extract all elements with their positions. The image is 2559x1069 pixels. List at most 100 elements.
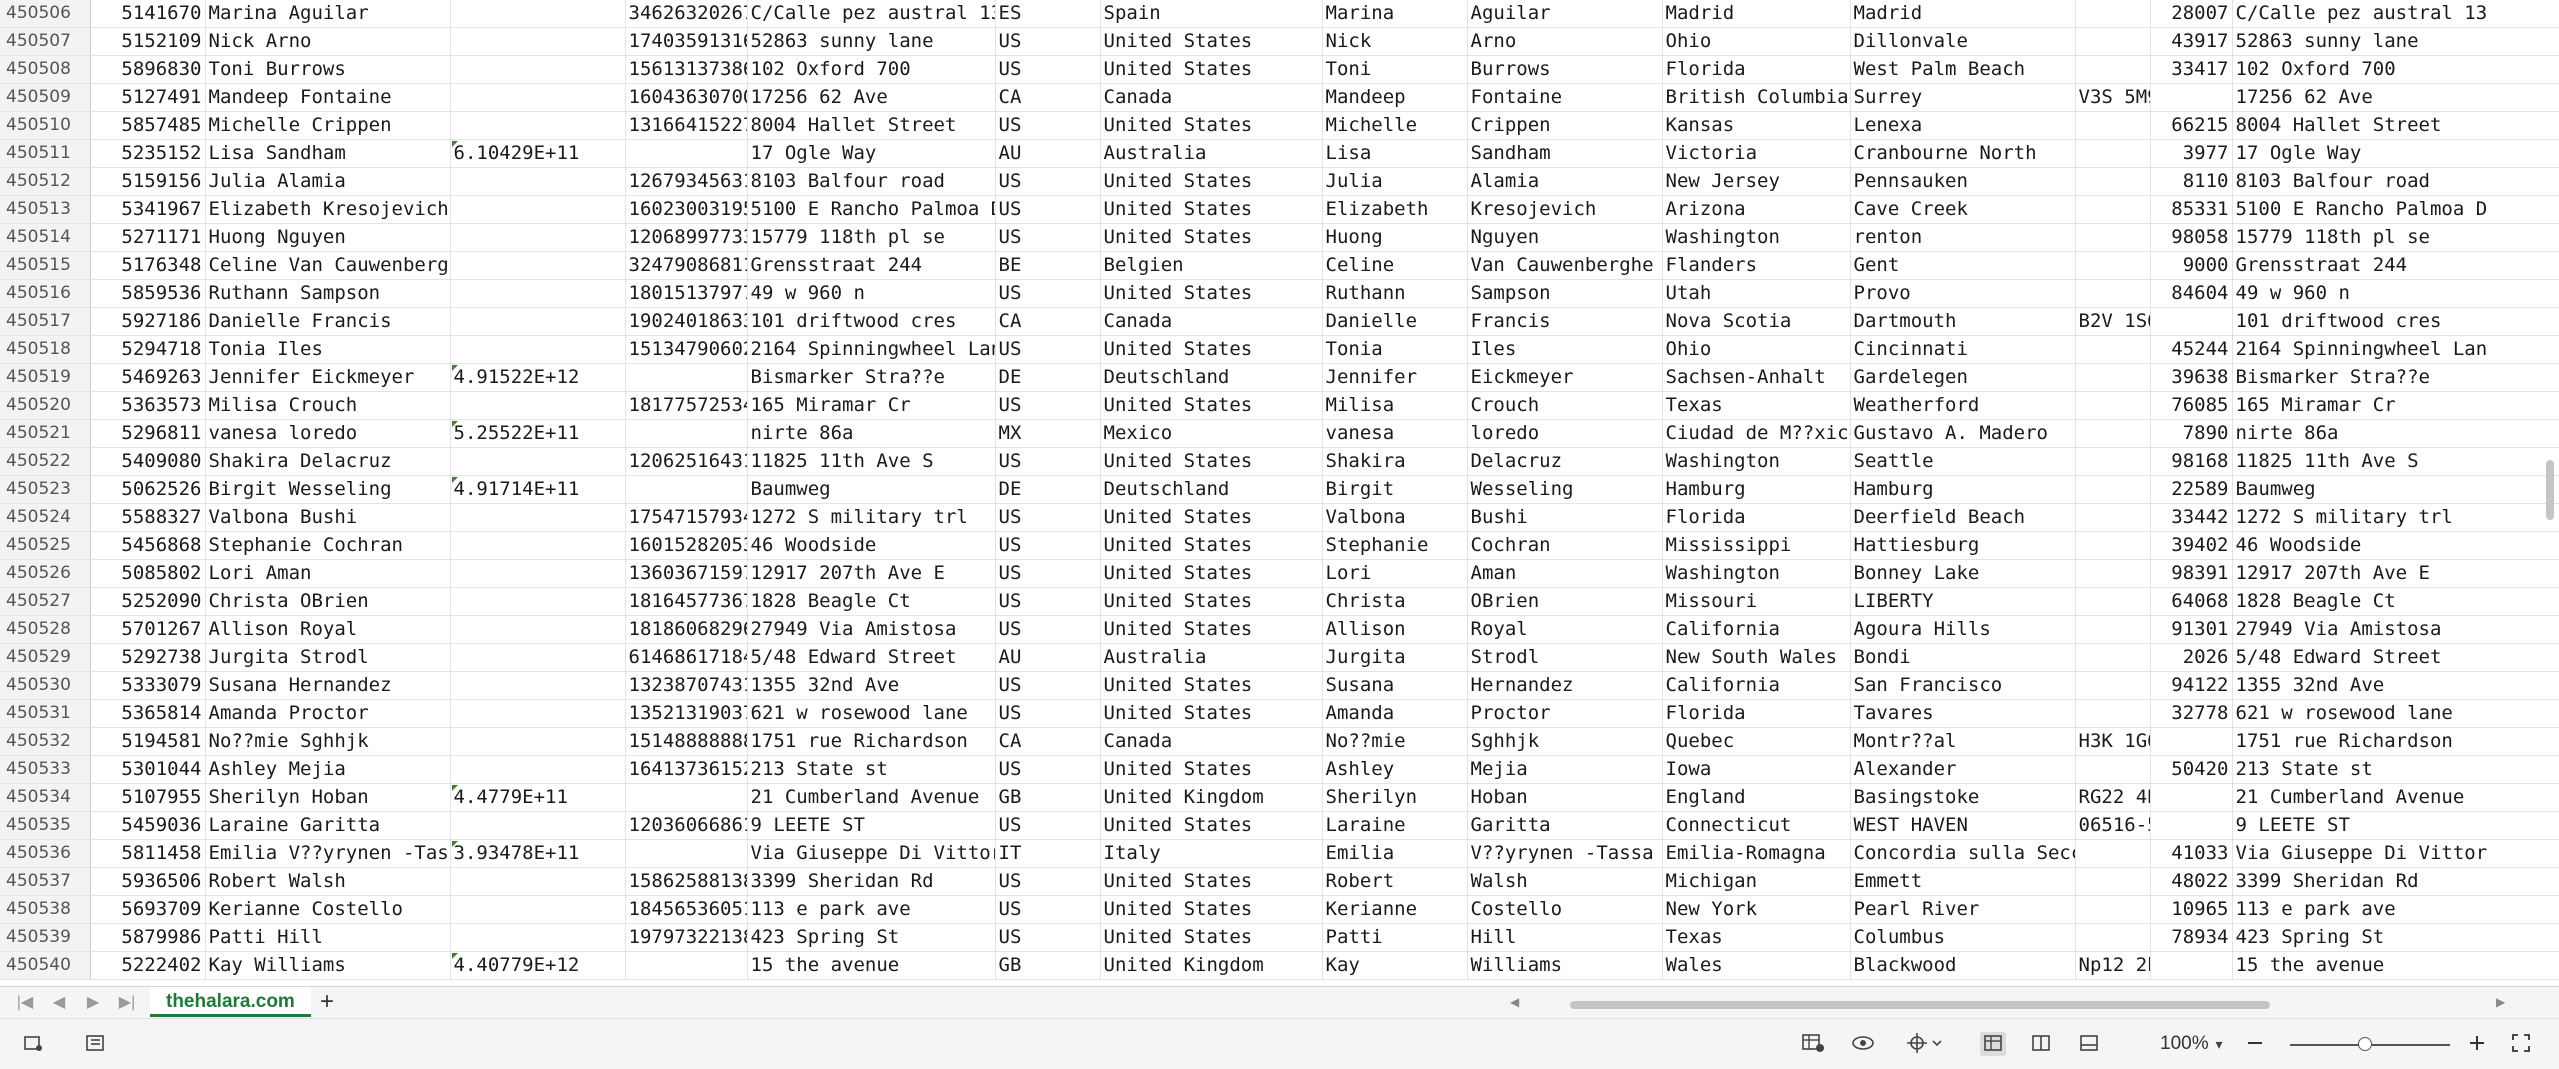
table-row[interactable]: 450514 5271171 Huong Nguyen 12068997733 1577… <box>0 223 2559 252</box>
cell[interactable]: US <box>995 335 1101 364</box>
cell[interactable]: Jennifer Eickmeyer <box>205 363 451 392</box>
cell[interactable]: Grensstraat 244 <box>2232 251 2559 280</box>
cell[interactable]: Canada <box>1100 727 1323 756</box>
cell[interactable]: 5152109 <box>90 27 206 56</box>
cell[interactable]: Deutschland <box>1100 363 1323 392</box>
cell[interactable]: Marina <box>1322 0 1468 28</box>
cell[interactable]: Patti <box>1322 923 1468 952</box>
cell[interactable]: Ashley <box>1322 755 1468 784</box>
cell[interactable]: Sachsen-Anhalt <box>1662 363 1851 392</box>
cell[interactable]: H3K 1G6 <box>2075 727 2151 756</box>
cell[interactable]: Utah <box>1662 279 1851 308</box>
cell[interactable] <box>625 839 748 868</box>
cell[interactable]: 4.91714E+11 <box>450 475 626 504</box>
cell[interactable] <box>2150 811 2233 840</box>
cell[interactable]: Kresojevich <box>1467 195 1663 224</box>
cell[interactable] <box>450 111 626 140</box>
cell[interactable]: Hoban <box>1467 783 1663 812</box>
cell[interactable]: 18456536051 <box>625 895 748 924</box>
cell[interactable]: Aman <box>1467 559 1663 588</box>
cell[interactable]: US <box>995 587 1101 616</box>
spreadsheet-grid[interactable]: 450506 5141670 Marina Aguilar 34626320267 C/… <box>0 0 2559 986</box>
zoom-dropdown-icon[interactable]: ▾ <box>2206 1032 2232 1056</box>
cell[interactable]: United States <box>1100 447 1323 476</box>
cell[interactable]: 66215 <box>2150 111 2233 140</box>
table-row[interactable]: 450538 5693709 Kerianne Costello 1845653605… <box>0 895 2559 924</box>
cell[interactable]: 5301044 <box>90 755 206 784</box>
cell[interactable]: Texas <box>1662 923 1851 952</box>
cell[interactable]: 18164577367 <box>625 587 748 616</box>
cell[interactable] <box>450 531 626 560</box>
focus-mode-icon[interactable] <box>1904 1032 1944 1056</box>
first-sheet-icon[interactable]: |◀ <box>14 993 36 1013</box>
cell[interactable]: Columbus <box>1850 923 2076 952</box>
cell[interactable]: 1751 rue Richardson <box>747 727 996 756</box>
cell[interactable]: CA <box>995 83 1101 112</box>
row-header[interactable]: 450520 <box>0 391 91 420</box>
vertical-scrollbar[interactable] <box>2543 0 2557 986</box>
cell[interactable]: Baumweg <box>747 475 996 504</box>
row-header[interactable]: 450532 <box>0 727 91 756</box>
prev-sheet-icon[interactable]: ◀ <box>48 993 70 1013</box>
cell[interactable]: Milisa Crouch <box>205 391 451 420</box>
cell[interactable]: 10965 <box>2150 895 2233 924</box>
cell[interactable]: loredo <box>1467 419 1663 448</box>
table-row[interactable]: 450520 5363573 Milisa Crouch 18177572534 165… <box>0 391 2559 420</box>
cell[interactable]: Laraine Garitta <box>205 811 451 840</box>
cell[interactable]: Kerianne <box>1322 895 1468 924</box>
table-row[interactable]: 450540 5222402 Kay Williams 4.40779E+12 15 t… <box>0 951 2559 980</box>
cell[interactable]: US <box>995 167 1101 196</box>
cell[interactable]: 5222402 <box>90 951 206 980</box>
cell[interactable]: Grensstraat 244 <box>747 251 996 280</box>
row-header[interactable]: 450521 <box>0 419 91 448</box>
cell[interactable]: Laraine <box>1322 811 1468 840</box>
cell[interactable]: V??yrynen -Tassa <box>1467 839 1663 868</box>
cell[interactable]: Victoria <box>1662 139 1851 168</box>
cell[interactable]: Gustavo A. Madero <box>1850 419 2076 448</box>
cell[interactable]: 5879986 <box>90 923 206 952</box>
cell[interactable]: Birgit Wesseling <box>205 475 451 504</box>
cell[interactable]: vanesa loredo <box>205 419 451 448</box>
cell[interactable]: Madrid <box>1662 0 1851 28</box>
table-row[interactable]: 450515 5176348 Celine Van Cauwenberghe 3247… <box>0 251 2559 280</box>
cell[interactable]: Washington <box>1662 559 1851 588</box>
cell[interactable]: 5365814 <box>90 699 206 728</box>
cell[interactable]: Dartmouth <box>1850 307 2076 336</box>
cell[interactable]: 213 State st <box>747 755 996 784</box>
cell[interactable] <box>450 335 626 364</box>
cell[interactable]: Sherilyn Hoban <box>205 783 451 812</box>
cell[interactable]: US <box>995 531 1101 560</box>
cell[interactable]: 6.10429E+11 <box>450 139 626 168</box>
cell[interactable]: 8004 Hallet Street <box>747 111 996 140</box>
cell[interactable] <box>2075 167 2151 196</box>
cell[interactable]: Michelle Crippen <box>205 111 451 140</box>
cell[interactable]: 621 w rosewood lane <box>2232 699 2559 728</box>
cell[interactable]: Valbona Bushi <box>205 503 451 532</box>
cell[interactable]: United States <box>1100 699 1323 728</box>
cell[interactable] <box>2075 335 2151 364</box>
cell[interactable]: Crippen <box>1467 111 1663 140</box>
cell[interactable]: 98391 <box>2150 559 2233 588</box>
cell[interactable]: Amanda <box>1322 699 1468 728</box>
cell[interactable]: 165 Miramar Cr <box>747 391 996 420</box>
cell[interactable]: AU <box>995 139 1101 168</box>
cell[interactable]: 12036066861 <box>625 811 748 840</box>
cell[interactable]: LIBERTY <box>1850 587 2076 616</box>
cell[interactable]: US <box>995 391 1101 420</box>
table-row[interactable]: 450506 5141670 Marina Aguilar 34626320267 C/… <box>0 0 2559 28</box>
cell[interactable]: Flanders <box>1662 251 1851 280</box>
cell[interactable]: CA <box>995 727 1101 756</box>
cell[interactable]: 12062516431 <box>625 447 748 476</box>
table-row[interactable]: 450513 5341967 Elizabeth Kresojevich 160230… <box>0 195 2559 224</box>
cell[interactable] <box>2075 671 2151 700</box>
cell[interactable]: Via Giuseppe Di Vittor <box>2232 839 2559 868</box>
table-row[interactable]: 450518 5294718 Tonia Iles 15134790602 2164 S… <box>0 335 2559 364</box>
cell[interactable]: Bismarker Stra??e <box>2232 363 2559 392</box>
cell[interactable]: Sghhjk <box>1467 727 1663 756</box>
cell[interactable]: Lisa <box>1322 139 1468 168</box>
cell[interactable]: Celine Van Cauwenberghe <box>205 251 451 280</box>
cell[interactable] <box>2075 475 2151 504</box>
cell[interactable]: Wales <box>1662 951 1851 980</box>
cell[interactable]: Lori Aman <box>205 559 451 588</box>
fullscreen-icon[interactable] <box>2508 1032 2534 1056</box>
